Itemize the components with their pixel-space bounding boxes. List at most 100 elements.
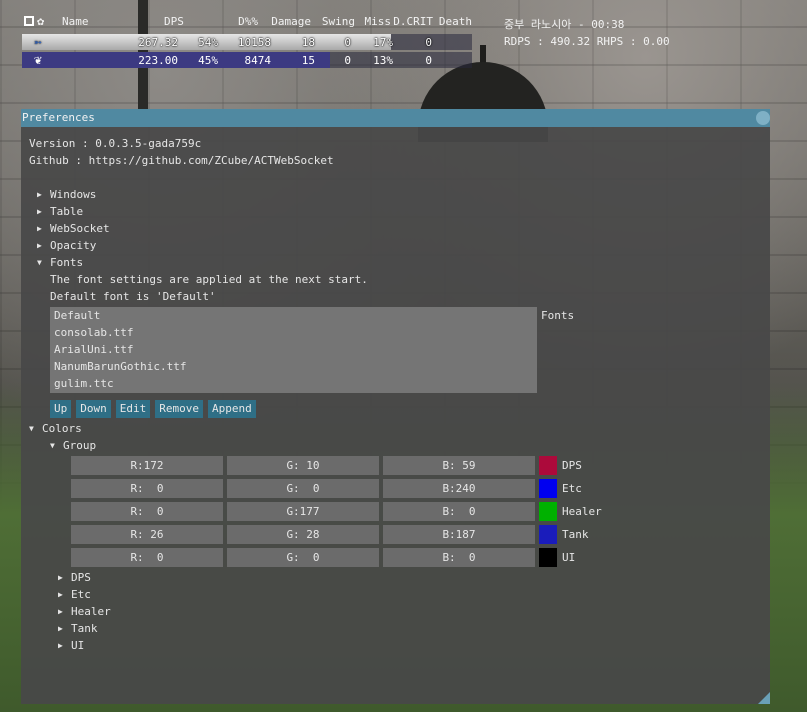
color-swatch[interactable] bbox=[539, 548, 557, 567]
up-button[interactable]: Up bbox=[50, 400, 72, 418]
color-row-healer: R: 0 G:177 B: 0 Healer bbox=[71, 502, 602, 521]
expand-arrow-icon: ▶ bbox=[58, 607, 63, 616]
color-label: Etc bbox=[562, 482, 582, 495]
header-dps-percent: D%% bbox=[238, 14, 258, 28]
version-text: Version : 0.0.3.5-gada759c bbox=[29, 137, 202, 150]
green-slider[interactable]: G: 0 bbox=[227, 548, 379, 567]
subsection-ui[interactable]: ▶ UI bbox=[58, 637, 111, 654]
expand-arrow-icon: ▶ bbox=[37, 207, 42, 216]
subsection-label: Etc bbox=[71, 588, 91, 601]
group-colors[interactable]: ▼ Group bbox=[50, 437, 96, 454]
row-dps-percent: 45% bbox=[198, 53, 218, 67]
header-name: Name bbox=[62, 14, 89, 28]
section-label: Opacity bbox=[50, 239, 97, 252]
blue-slider[interactable]: B:187 bbox=[383, 525, 535, 544]
header-miss: Miss bbox=[364, 14, 392, 28]
expand-arrow-icon: ▶ bbox=[58, 624, 63, 633]
append-button[interactable]: Append bbox=[208, 400, 256, 418]
header-dps: DPS bbox=[164, 14, 184, 28]
subsection-label: UI bbox=[71, 639, 85, 652]
red-slider[interactable]: R: 0 bbox=[71, 548, 223, 567]
red-slider[interactable]: R: 0 bbox=[71, 479, 223, 498]
color-swatch[interactable] bbox=[539, 456, 557, 475]
row-swing: 15 bbox=[301, 53, 315, 67]
red-slider[interactable]: R:172 bbox=[71, 456, 223, 475]
expand-arrow-icon: ▶ bbox=[58, 573, 63, 582]
section-label: Windows bbox=[50, 188, 97, 201]
color-subsections: ▶ DPS ▶ Etc ▶ Healer ▶ Tank ▶ UI bbox=[58, 569, 111, 654]
blue-slider[interactable]: B: 59 bbox=[383, 456, 535, 475]
row-dcrit: 13% bbox=[373, 53, 393, 67]
color-label: Tank bbox=[562, 528, 589, 541]
color-swatch[interactable] bbox=[539, 479, 557, 498]
expand-arrow-icon: ▶ bbox=[37, 241, 42, 250]
section-label: Table bbox=[50, 205, 84, 218]
collapse-arrow-icon: ▼ bbox=[37, 258, 42, 267]
blue-slider[interactable]: B: 0 bbox=[383, 548, 535, 567]
subsection-label: Healer bbox=[71, 605, 111, 618]
collapse-arrow-icon: ▼ bbox=[50, 441, 55, 450]
meter-row[interactable]: ❦ 223.00 45% 8474 15 0 13% 0 bbox=[22, 52, 472, 68]
dragoon-job-icon: ➳ bbox=[34, 34, 42, 50]
font-list[interactable]: Default consolab.ttf ArialUni.ttf NanumB… bbox=[50, 307, 537, 393]
window-title-bar[interactable]: Preferences bbox=[21, 109, 770, 127]
color-label: UI bbox=[562, 551, 576, 564]
row-dcrit: 17% bbox=[373, 35, 393, 49]
down-button[interactable]: Down bbox=[76, 400, 111, 418]
section-opacity[interactable]: ▶ Opacity bbox=[29, 237, 770, 254]
green-slider[interactable]: G: 0 bbox=[227, 479, 379, 498]
remove-button[interactable]: Remove bbox=[155, 400, 203, 418]
blue-slider[interactable]: B: 0 bbox=[383, 502, 535, 521]
font-list-item[interactable]: Default bbox=[54, 307, 533, 324]
green-slider[interactable]: G: 28 bbox=[227, 525, 379, 544]
section-fonts[interactable]: ▼ Fonts bbox=[29, 254, 770, 271]
color-swatch[interactable] bbox=[539, 525, 557, 544]
section-colors[interactable]: ▼ Colors bbox=[29, 420, 82, 437]
section-table[interactable]: ▶ Table bbox=[29, 203, 770, 220]
green-slider[interactable]: G:177 bbox=[227, 502, 379, 521]
fonts-note: The font settings are applied at the nex… bbox=[50, 273, 368, 286]
expand-icon[interactable] bbox=[24, 16, 34, 26]
section-label: Colors bbox=[42, 422, 82, 435]
expand-arrow-icon: ▶ bbox=[37, 224, 42, 233]
row-damage: 8474 bbox=[244, 53, 272, 67]
font-list-item[interactable]: gulim.ttc bbox=[54, 375, 533, 392]
expand-arrow-icon: ▶ bbox=[37, 190, 42, 199]
subsection-etc[interactable]: ▶ Etc bbox=[58, 586, 111, 603]
meter-row[interactable]: ➳ 267.32 54% 10158 18 0 17% 0 bbox=[22, 34, 472, 50]
subsection-dps[interactable]: ▶ DPS bbox=[58, 569, 111, 586]
edit-button[interactable]: Edit bbox=[115, 400, 151, 418]
red-slider[interactable]: R: 0 bbox=[71, 502, 223, 521]
section-label: WebSocket bbox=[50, 222, 110, 235]
encounter-stats: RDPS : 490.32 RHPS : 0.00 bbox=[504, 35, 670, 48]
red-slider[interactable]: R: 26 bbox=[71, 525, 223, 544]
header-swing: Swing bbox=[321, 14, 355, 28]
section-label: Fonts bbox=[50, 256, 84, 269]
font-list-item[interactable]: NanumBarunGothic.ttf bbox=[54, 358, 533, 375]
color-swatch[interactable] bbox=[539, 502, 557, 521]
section-windows[interactable]: ▶ Windows bbox=[29, 186, 770, 203]
subsection-healer[interactable]: ▶ Healer bbox=[58, 603, 111, 620]
color-row-tank: R: 26 G: 28 B:187 Tank bbox=[71, 525, 602, 544]
section-websocket[interactable]: ▶ WebSocket bbox=[29, 220, 770, 237]
row-dps-percent: 54% bbox=[198, 35, 218, 49]
row-damage: 10158 bbox=[237, 35, 271, 49]
color-row-dps: R:172 G: 10 B: 59 DPS bbox=[71, 456, 602, 475]
green-slider[interactable]: G: 10 bbox=[227, 456, 379, 475]
window-title: Preferences bbox=[22, 111, 95, 124]
color-label: DPS bbox=[562, 459, 582, 472]
subsection-tank[interactable]: ▶ Tank bbox=[58, 620, 111, 637]
gear-icon[interactable]: ✿ bbox=[37, 15, 44, 27]
font-list-item[interactable]: ArialUni.ttf bbox=[54, 341, 533, 358]
font-list-label: Fonts bbox=[541, 309, 575, 322]
row-swing: 18 bbox=[301, 35, 315, 49]
expand-arrow-icon: ▶ bbox=[58, 590, 63, 599]
blue-slider[interactable]: B:240 bbox=[383, 479, 535, 498]
close-icon[interactable] bbox=[756, 111, 770, 125]
github-text: Github : https://github.com/ZCube/ACTWeb… bbox=[29, 154, 334, 167]
row-miss: 0 bbox=[344, 53, 351, 67]
font-list-item[interactable]: consolab.ttf bbox=[54, 324, 533, 341]
resize-grip-icon[interactable] bbox=[758, 692, 770, 704]
meter-header: ✿ Name DPS D%% Damage Swing Miss D.CRIT … bbox=[22, 10, 472, 32]
color-row-etc: R: 0 G: 0 B:240 Etc bbox=[71, 479, 602, 498]
